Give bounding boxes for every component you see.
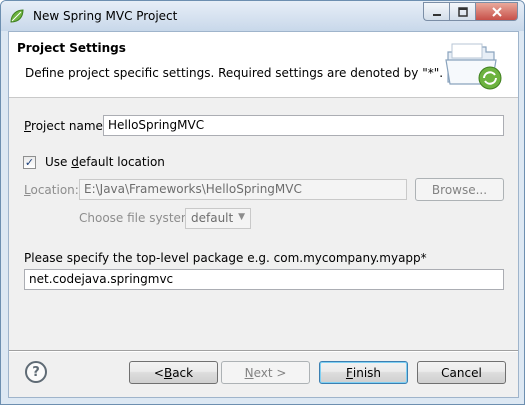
title-bar[interactable]: New Spring MVC Project	[1, 1, 524, 31]
use-default-location-label: Use default location	[45, 155, 165, 169]
close-button[interactable]	[475, 2, 518, 21]
back-button[interactable]: < Back	[129, 361, 218, 384]
location-input[interactable]: E:\Java\Frameworks\HelloSpringMVC	[79, 179, 407, 200]
window-controls	[423, 2, 518, 21]
package-input[interactable]: net.codejava.springmvc	[24, 269, 504, 290]
use-default-location-checkbox[interactable]: ✓	[23, 156, 36, 169]
page-description: Define project specific settings. Requir…	[25, 66, 444, 80]
spring-leaf-icon	[10, 9, 24, 23]
project-folder-banner-icon	[445, 43, 502, 90]
wizard-header: Project Settings Define project specific…	[9, 32, 518, 98]
package-label: Please specify the top-level package e.g…	[24, 251, 427, 265]
project-name-input[interactable]: HelloSpringMVC	[103, 115, 504, 136]
page-title: Project Settings	[17, 41, 126, 55]
dialog-window: New Spring MVC Project Project Settings …	[0, 0, 525, 405]
window-title: New Spring MVC Project	[33, 9, 178, 23]
help-icon[interactable]: ?	[25, 361, 47, 383]
location-label: Location:	[24, 183, 79, 197]
maximize-icon	[457, 6, 468, 17]
minimize-icon	[432, 13, 441, 16]
button-bar-separator	[9, 350, 518, 352]
maximize-button[interactable]	[449, 2, 475, 21]
minimize-button[interactable]	[423, 2, 449, 21]
next-button[interactable]: Next >	[221, 361, 310, 384]
project-name-label: Project name:	[24, 119, 107, 133]
file-system-selected-value: default	[191, 211, 234, 225]
file-system-select[interactable]: default ▼	[185, 208, 251, 229]
cancel-button[interactable]: Cancel	[417, 361, 506, 384]
file-system-label: Choose file system:	[79, 211, 197, 225]
finish-button[interactable]: Finish	[319, 361, 408, 384]
dialog-client-area: Project Settings Define project specific…	[8, 31, 519, 398]
close-icon	[491, 6, 502, 17]
chevron-down-icon: ▼	[238, 212, 245, 222]
browse-button[interactable]: Browse...	[415, 178, 504, 201]
